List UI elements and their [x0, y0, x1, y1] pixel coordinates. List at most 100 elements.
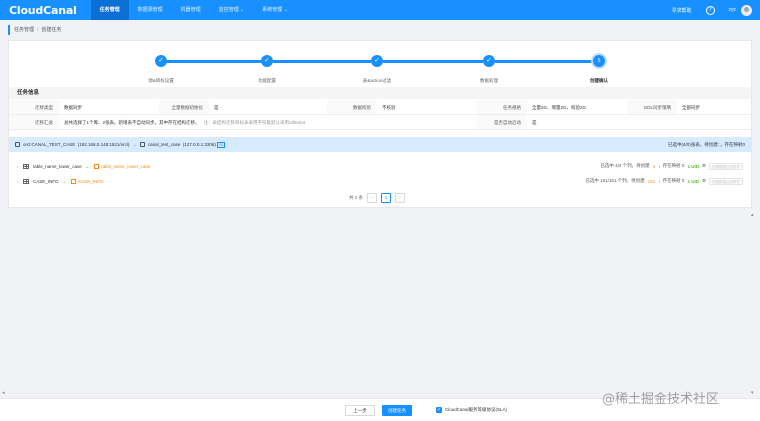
step-2-label: 功能配置 — [258, 78, 276, 83]
settings-icon[interactable]: ⚙ — [702, 163, 706, 169]
topbar-right: 寻求帮助 ? zyc — [671, 4, 752, 16]
nav-system-management[interactable]: 系统管理 ⌄ — [253, 0, 297, 20]
create-task-button[interactable]: 创建任务 — [382, 405, 412, 416]
step-connector — [383, 60, 483, 63]
breadcrumb: 任务管理 / 创建任务 — [8, 25, 61, 35]
database-icon — [15, 142, 20, 147]
total-count: 共 2 条 — [349, 195, 364, 200]
nav-task-management[interactable]: 任务管理 — [90, 0, 129, 20]
source-addr: (192.168.0.148:1521/orcl) — [77, 142, 130, 147]
arrow-right-icon: → — [61, 178, 67, 184]
pending-count: 151 — [647, 178, 656, 184]
step-3-label: 表&action过滤 — [362, 78, 392, 83]
filter-input[interactable]: 设置数据过滤条件 — [709, 162, 743, 170]
arrow-right-icon: → — [132, 142, 137, 147]
step-4-check-icon: ✓ — [483, 55, 495, 67]
sla-label[interactable]: CloudCanal服务等级协议(SLA) — [445, 407, 507, 413]
step-3-check-icon: ✓ — [371, 55, 383, 67]
task-info-table: 迁移类型 数据同步 全量数据初始化 是 数据校验 不校验 任务规格 全量2G、增… — [9, 100, 751, 130]
info-row: 迁移类型 数据同步 全量数据初始化 是 数据校验 不校验 任务规格 全量2G、增… — [9, 100, 751, 115]
create-task-card: ✓ ✓ ✓ ✓ 5 源&目标设置 功能配置 表&action过滤 数据处理 创建… — [8, 40, 752, 208]
label-task-spec: 任务规格 — [477, 100, 527, 114]
step-1-check-icon: ✓ — [155, 55, 167, 67]
table-stats: 已选中 4/4 个列，待创建 4 ，存在映射 01 UID ⚙ 设置数据过滤条件 — [600, 162, 743, 170]
page-1-button[interactable]: 1 — [381, 193, 392, 203]
scroll-up-icon[interactable]: ▴ — [751, 212, 754, 218]
uid-count: 1 UID — [687, 178, 699, 184]
breadcrumb-task-management[interactable]: 任务管理 — [14, 27, 34, 33]
value-ddl-strategy: 全部同步 — [682, 105, 700, 110]
next-page-button[interactable]: › — [395, 193, 406, 203]
target-table-icon — [71, 178, 77, 184]
target-table-icon — [94, 163, 100, 169]
value-migration-type: 数据同步 — [64, 105, 82, 110]
table-icon — [23, 178, 29, 184]
table-row[interactable]: › table_name_lower_case → table_name_low… — [17, 160, 743, 172]
value-data-check: 不校验 — [382, 105, 396, 110]
user-menu[interactable]: zyc — [728, 4, 752, 16]
sla-agreement[interactable]: ✓ CloudCanal服务等级协议(SLA) — [436, 407, 507, 413]
label-migration-summary: 迁移汇总 — [9, 115, 59, 129]
previous-step-button[interactable]: 上一步 — [345, 405, 375, 416]
target-table-name: CASE_INFO — [78, 178, 104, 184]
chevron-down-icon: ⌄ — [283, 7, 288, 13]
source-table-name: CASE_INFO — [33, 178, 59, 184]
username: zyc — [728, 7, 737, 13]
nav-monitor-management[interactable]: 监控管理 ⌄ — [210, 0, 254, 20]
label-migration-type: 迁移类型 — [9, 100, 59, 114]
uid-count: 1 UID — [687, 163, 699, 169]
step-2-check-icon: ✓ — [261, 55, 273, 67]
label-auto-start: 是否自动启动 — [477, 115, 527, 129]
db-summary: 已选中(4/0)张表，待创建：，存在映射0 — [667, 141, 745, 147]
step-5-label: 创建确认 — [590, 78, 608, 83]
pagination: 共 2 条 ‹ 1 › — [349, 193, 406, 203]
value-task-spec: 全量2G、增量2G、校验2G — [532, 105, 587, 110]
table-icon — [23, 163, 29, 169]
value-migration-summary: 总共选择了1个库、2张表。新增表不自动同步。其中存在结构迁移。 注：表结构迁移目标… — [64, 120, 306, 125]
pending-count: 4 — [652, 163, 656, 169]
section-title: 任务信息 — [9, 87, 751, 99]
chevron-down-icon: ⌄ — [240, 7, 245, 13]
step-1-label: 源&目标设置 — [148, 78, 174, 83]
target-table-name: table_name_lower_case — [101, 163, 151, 169]
structure-note: 注：表结构迁移目标表采用字符集默认采用utf8mb4 — [203, 120, 306, 125]
table-row[interactable]: › CASE_INFO → CASE_INFO 已选中 151/151 个列，待… — [17, 175, 743, 187]
source-table-name: table_name_lower_case — [33, 163, 82, 169]
sla-checkbox[interactable]: ✓ — [436, 407, 442, 413]
value-auto-start: 是 — [532, 120, 537, 125]
top-navbar: CloudCanal 任务管理 数据源管理 机器管理 监控管理 ⌄ 系统管理 ⌄… — [0, 0, 760, 20]
filter-input[interactable]: 设置数据过滤条件 — [709, 177, 743, 185]
prev-page-button[interactable]: ‹ — [367, 193, 378, 203]
label-full-init: 全量数据初始化 — [159, 100, 209, 114]
nav-machine-management[interactable]: 机器管理 — [172, 0, 210, 20]
scroll-down-icon[interactable]: ▾ — [751, 390, 754, 396]
nav-datasource-management[interactable]: 数据源管理 — [129, 0, 172, 20]
label-ddl-strategy: DDL同步策略 — [627, 100, 677, 114]
avatar — [741, 4, 752, 16]
value-full-init: 是 — [214, 105, 219, 110]
consult-link[interactable]: 寻求帮助 — [671, 7, 691, 14]
label-data-check: 数据校验 — [327, 100, 377, 114]
step-4-label: 数据处理 — [480, 78, 498, 83]
table-stats: 已选中 151/151 个列，待创建 151 ，存在映射 01 UID ⚙ 设置数据过滤… — [585, 177, 743, 185]
settings-icon[interactable]: ⚙ — [702, 178, 706, 184]
database-icon — [139, 142, 145, 147]
target-addr: (127.0.0.1:3306) — [182, 142, 216, 147]
step-5-number: 5 — [593, 55, 605, 67]
source-db: orcl:CANAL_TEST_CASE — [23, 142, 76, 147]
sl-tag: SL — [217, 141, 226, 148]
app-logo[interactable]: CloudCanal — [9, 4, 77, 17]
db-mapping-bar: orcl:CANAL_TEST_CASE (192.168.0.148:1521… — [9, 137, 751, 152]
step-connector — [495, 60, 595, 63]
step-connector — [273, 60, 371, 63]
main-nav: 任务管理 数据源管理 机器管理 监控管理 ⌄ 系统管理 ⌄ — [90, 0, 297, 20]
scroll-left-icon[interactable]: ◂ — [2, 390, 5, 396]
watermark: @稀土掘金技术社区 — [602, 392, 720, 407]
arrow-right-icon: → — [84, 163, 90, 169]
target-db: canal_test_case — [147, 142, 181, 147]
step-progress: ✓ ✓ ✓ ✓ 5 源&目标设置 功能配置 表&action过滤 数据处理 创建… — [148, 53, 619, 83]
help-icon[interactable]: ? — [705, 5, 715, 15]
breadcrumb-create-task: 创建任务 — [41, 27, 62, 33]
info-row: 迁移汇总 总共选择了1个库、2张表。新增表不自动同步。其中存在结构迁移。 注：表结… — [9, 115, 751, 130]
step-connector — [161, 60, 261, 63]
